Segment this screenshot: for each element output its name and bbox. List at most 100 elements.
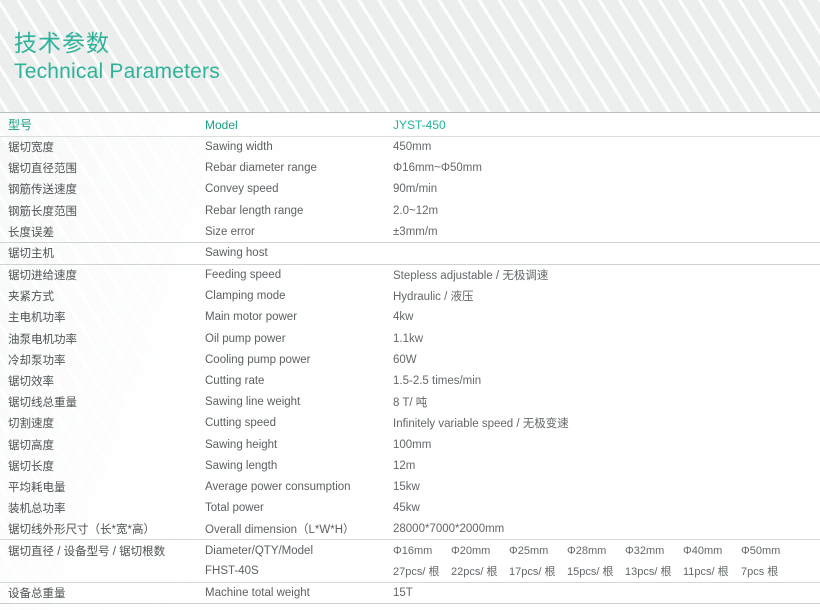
row-label-en: Cutting rate — [205, 374, 265, 387]
row-label-en: Sawing line weight — [205, 396, 301, 409]
table-row: 切割速度 Cutting speed Infinitely variable spe… — [0, 413, 820, 434]
row-label-cn: 切割速度 — [8, 418, 54, 431]
row-value: 2.0~12m — [393, 204, 439, 217]
diameter-value: Φ50mm — [741, 544, 781, 557]
page-title-english: Technical Parameters — [14, 60, 220, 83]
quantity-label-blank — [0, 561, 197, 582]
row-label-en: Cooling pump power — [205, 353, 311, 366]
quantity-value: 11pcs/ 根 — [683, 566, 729, 579]
row-label-en: Convey speed — [205, 183, 279, 196]
table-row: 冷却泵功率 Cooling pump power 60W — [0, 349, 820, 370]
row-label-cn: 装机总功率 — [8, 503, 66, 516]
table-row: 锯切高度 Sawing height 100mm — [0, 434, 820, 455]
table-row: 锯切直径范围 Rebar diameter range Φ16mm~Φ50mm — [0, 158, 820, 179]
table-row: 锯切效率 Cutting rate 1.5-2.5 times/min — [0, 370, 820, 391]
row-label-cn: 钢筋长度范围 — [8, 205, 77, 218]
page-title-chinese: 技术参数 — [14, 30, 110, 56]
row-value: 1.1kw — [393, 332, 424, 345]
diameter-value: Φ20mm — [451, 544, 491, 557]
row-label-en: Main motor power — [205, 311, 298, 324]
table-row: 锯切线外形尺寸（长*宽*高） Overall dimension（L*W*H） 28… — [0, 519, 820, 540]
table-row: 主电机功率 Main motor power 4kw — [0, 307, 820, 328]
row-label-en: Oil pump power — [205, 332, 286, 345]
diameter-value: Φ16mm — [393, 544, 433, 557]
quantity-value: 7pcs 根 — [741, 566, 779, 579]
table-row: 油泵电机功率 Oil pump power 1.1kw — [0, 328, 820, 349]
row-label-cn: 长度误差 — [8, 226, 54, 239]
quantity-value: 17pcs/ 根 — [509, 566, 556, 579]
row-value: 90m/min — [393, 183, 438, 196]
row-value: 100mm — [393, 438, 432, 451]
column-header-model-cn: 型号 — [0, 112, 197, 137]
quantity-row: FHST-40S 27pcs/ 根 22pcs/ 根 17pcs/ 根 15pcs/ 根… — [0, 561, 820, 582]
table-row: 装机总功率 Total power 45kw — [0, 498, 820, 519]
diameter-value: Φ25mm — [509, 544, 549, 557]
page-root: 技术参数 Technical Parameters 型号 Model JYST-45… — [0, 0, 820, 610]
row-label-cn: 锯切进给速度 — [8, 270, 77, 283]
model-code: FHST-40S — [205, 565, 259, 578]
row-label-cn: 平均耗电量 — [8, 481, 66, 494]
table-row: 平均耗电量 Average power consumption 15kw — [0, 476, 820, 497]
row-value: Φ16mm~Φ50mm — [393, 162, 482, 175]
row-label-cn: 夹紧方式 — [8, 291, 54, 304]
row-label-cn: 锯切效率 — [8, 375, 54, 388]
diameter-grid: Φ16mm Φ20mm Φ25mm Φ28mm Φ32mm Φ40mm Φ50mm — [393, 545, 820, 557]
row-label-en: Clamping mode — [205, 290, 286, 303]
table-row: 钢筋长度范围 Rebar length range 2.0~12m — [0, 200, 820, 221]
row-label-en: Feeding speed — [205, 269, 282, 282]
row-label-cn: 设备总重量 — [0, 581, 197, 604]
row-label-en: Rebar length range — [205, 204, 304, 217]
diameter-value: Φ32mm — [625, 544, 665, 557]
diameter-header-row: 锯切直径 / 设备型号 / 锯切根数 Diameter/QTY/Model Φ16m… — [0, 539, 820, 562]
diameter-value: Φ40mm — [683, 544, 723, 557]
row-label-cn: 锯切直径范围 — [8, 163, 77, 176]
row-label-cn: 锯切高度 — [8, 439, 54, 452]
quantity-grid: 27pcs/ 根 22pcs/ 根 17pcs/ 根 15pcs/ 根 13pcs/ 根… — [393, 563, 820, 579]
table-header-row: 型号 Model JYST-450 — [0, 112, 820, 137]
quantity-value: 22pcs/ 根 — [451, 566, 498, 579]
row-label-cn: 锯切长度 — [8, 460, 54, 473]
table-row: 锯切线总重量 Sawing line weight 8 T/ 吨 — [0, 392, 820, 413]
column-header-model-value: JYST-450 — [385, 112, 820, 137]
row-value: Infinitely variable speed / 无极变速 — [393, 418, 569, 431]
row-label-en: Sawing length — [205, 459, 278, 472]
row-value: 4kw — [393, 311, 414, 324]
quantity-value: 27pcs/ 根 — [393, 566, 440, 579]
table-row-machine-total-weight: 设备总重量 Machine total weight 15T — [0, 581, 820, 604]
row-label-en: Overall dimension（L*W*H） — [205, 524, 355, 537]
table-row: 钢筋传送速度 Convey speed 90m/min — [0, 179, 820, 200]
row-value: 8 T/ 吨 — [393, 397, 428, 410]
row-label-en: Size error — [205, 225, 255, 238]
quantity-values-cell: 27pcs/ 根 22pcs/ 根 17pcs/ 根 15pcs/ 根 13pcs/ 根… — [385, 561, 820, 582]
table-row: 锯切宽度 Sawing width 450mm — [0, 137, 820, 158]
row-label-en: Cutting speed — [205, 417, 276, 430]
quantity-value: 13pcs/ 根 — [625, 566, 672, 579]
row-value: 28000*7000*2000mm — [393, 523, 505, 536]
table-row: 长度误差 Size error ±3mm/m — [0, 221, 820, 242]
table-row: 夹紧方式 Clamping mode Hydraulic / 液压 — [0, 286, 820, 307]
row-value: 450mm — [393, 141, 432, 154]
table-section-divider-row: 锯切主机 Sawing host — [0, 241, 820, 265]
table-row: 锯切长度 Sawing length 12m — [0, 455, 820, 476]
row-value — [385, 241, 820, 265]
diameter-label-cn: 锯切直径 / 设备型号 / 锯切根数 — [0, 539, 197, 562]
row-label-en: Sawing width — [205, 141, 273, 154]
row-label-en: Machine total weight — [197, 581, 385, 604]
row-label-cn: 锯切主机 — [0, 241, 197, 265]
column-header-model-en: Model — [197, 112, 385, 137]
row-value: Stepless adjustable / 无极调速 — [393, 270, 549, 283]
diameter-value: Φ28mm — [567, 544, 607, 557]
row-label-cn: 锯切线总重量 — [8, 397, 77, 410]
row-value: 12m — [393, 459, 416, 472]
row-label-cn: 油泵电机功率 — [8, 333, 77, 346]
specifications-table: 型号 Model JYST-450 锯切宽度 Sawing width 450mm 锯切直径… — [0, 112, 820, 604]
row-value: 1.5-2.5 times/min — [393, 374, 482, 387]
row-label-en: Average power consumption — [205, 480, 351, 493]
row-label-en: Rebar diameter range — [205, 162, 317, 175]
row-value: 15T — [385, 581, 820, 604]
row-value: 60W — [393, 353, 417, 366]
diameter-label-en: Diameter/QTY/Model — [197, 539, 385, 562]
row-label-en: Sawing host — [197, 241, 385, 265]
row-label-cn: 冷却泵功率 — [8, 354, 66, 367]
row-value: ±3mm/m — [393, 225, 438, 238]
